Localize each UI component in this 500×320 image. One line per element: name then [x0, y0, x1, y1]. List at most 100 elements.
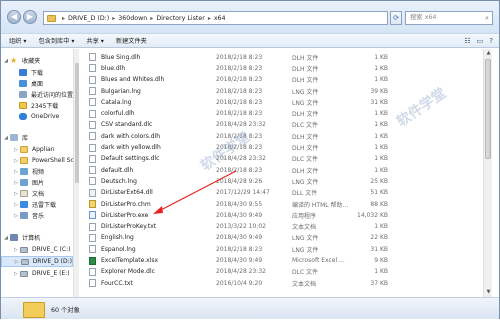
sidebar-item-download[interactable]: 下载 [1, 67, 78, 78]
file-row[interactable]: Catala.lng 2018/2/18 8:23 LNG 文件 31 KB [86, 97, 466, 107]
include-in-library-button[interactable]: 包含到库中 ▾ [38, 36, 74, 45]
file-row[interactable]: DirListerPro.chm 2018/4/30 9:55 编译的 HTML 帮… [86, 199, 466, 209]
file-name: Blues and Whites.dlh [101, 76, 165, 84]
dlh-file-icon [89, 143, 96, 152]
search-placeholder: 搜索 x64 [410, 14, 437, 21]
sidebar-item-drive-d[interactable]: ▷ DRIVE_D (D:) [1, 256, 73, 267]
file-name: Explorer Mode.dlc [101, 268, 155, 276]
sidebar-item-powershell[interactable]: ▷ PowerShell Scri [1, 155, 78, 166]
sidebar-item-music[interactable]: ▷ 音乐 [1, 210, 78, 221]
sidebar-item-onedrive[interactable]: OneDrive [1, 111, 78, 122]
collapse-triangle-icon[interactable]: ◢ [3, 58, 9, 64]
hard-drive-icon [20, 270, 28, 277]
file-row[interactable]: dark with yellow.dlh 2018/2/18 8:23 DLH 文件… [86, 142, 466, 152]
back-button[interactable]: ◀ [7, 10, 21, 24]
expand-triangle-icon[interactable]: ▷ [13, 213, 19, 219]
scroll-down-arrow-icon[interactable]: ▼ [484, 288, 493, 297]
file-date: 2018/2/18 8:23 [216, 245, 263, 253]
file-row[interactable]: colorful.dlh 2018/2/18 8:23 DLH 文件 1 KB [86, 109, 466, 119]
file-row[interactable]: English.lng 2018/4/30 9:49 LNG 文件 22 KB [86, 233, 466, 243]
file-row[interactable]: Deutsch.lng 2018/4/28 9:26 LNG 文件 25 KB [86, 176, 466, 186]
expand-triangle-icon[interactable]: ▷ [13, 169, 19, 175]
sidebar-item-label: OneDrive [31, 113, 60, 120]
expand-triangle-icon[interactable]: ▷ [13, 191, 19, 197]
scrollbar-thumb[interactable] [485, 59, 491, 159]
help-icon[interactable]: ? [489, 37, 493, 45]
organize-button[interactable]: 组织 ▾ [9, 36, 26, 45]
expand-triangle-icon[interactable]: ▷ [13, 202, 19, 208]
address-row: ◀ ▶ ▸ DRIVE_D (D:) ▸ 360down ▸ Directory… [1, 1, 499, 33]
sidebar-item-label: 库 [22, 135, 29, 142]
address-bar[interactable]: ▸ DRIVE_D (D:) ▸ 360down ▸ Directory Lis… [43, 11, 388, 25]
file-row[interactable]: FourCC.txt 2016/10/4 9:20 文本文档 37 KB [86, 278, 466, 288]
file-row[interactable]: dark with colors.dlh 2018/2/18 8:23 DLH 文件… [86, 131, 466, 141]
file-list-scrollbar[interactable]: ▲ ▼ [483, 49, 492, 297]
sidebar-item-documents[interactable]: ▷ 文档 [1, 188, 78, 199]
sidebar-item-label: 文档 [32, 191, 45, 198]
new-folder-button[interactable]: 新建文件夹 [116, 36, 147, 45]
file-row[interactable]: Blues and Whites.dlh 2018/2/18 8:23 DLH 文件… [86, 75, 466, 85]
file-row[interactable]: Default settings.dlc 2018/4/28 23:32 DLC 文… [86, 154, 466, 164]
breadcrumb-360down[interactable]: 360down [118, 15, 147, 22]
sidebar-item-label: 视频 [32, 169, 45, 176]
expand-triangle-icon[interactable]: ▷ [13, 180, 19, 186]
view-options-icon[interactable]: ☷ [464, 37, 470, 45]
sidebar-item-computer[interactable]: ◢ 计算机 [1, 232, 78, 243]
sidebar-item-applian[interactable]: ▷ Applian [1, 144, 78, 155]
sidebar-item-pictures[interactable]: ▷ 图片 [1, 177, 78, 188]
expand-triangle-icon[interactable]: ▷ [13, 247, 19, 253]
scrollbar-thumb[interactable] [75, 63, 79, 183]
dlc-file-icon [89, 267, 96, 276]
file-date: 2018/2/18 8:23 [216, 110, 263, 118]
preview-pane-icon[interactable]: ▭ [477, 37, 484, 45]
scroll-up-arrow-icon[interactable]: ▲ [484, 49, 493, 58]
file-type: DLH 文件 [292, 145, 319, 153]
file-row[interactable]: DirListerProKey.txt 2013/3/22 10:02 文本文档 1 … [86, 222, 466, 232]
expand-triangle-icon[interactable]: ▷ [14, 259, 20, 265]
sidebar-item-desktop[interactable]: 桌面 [1, 78, 78, 89]
sidebar-item-label: 下载 [31, 70, 44, 77]
file-date: 2018/4/30 9:49 [216, 234, 263, 242]
sidebar-item-video[interactable]: ▷ 视频 [1, 166, 78, 177]
sidebar-item-favorites[interactable]: ◢ ★ 收藏夹 [1, 55, 78, 66]
expand-triangle-icon[interactable]: ▷ [13, 271, 19, 277]
sidebar-item-recent[interactable]: 最近访问的位置 [1, 89, 78, 100]
file-row[interactable]: default.dlh 2018/2/18 8:23 DLH 文件 1 KB [86, 165, 466, 175]
expand-triangle-icon[interactable]: ▷ [13, 147, 19, 153]
file-name: dark with colors.dlh [101, 132, 161, 140]
file-size: 9 KB [374, 257, 388, 265]
sidebar-item-2345-download[interactable]: 2345下载 [1, 100, 78, 111]
file-type: DLC 文件 [292, 269, 319, 277]
file-date: 2017/12/29 14:47 [216, 189, 270, 197]
file-row[interactable]: Espanol.lng 2018/2/18 8:23 LNG 文件 31 KB [86, 244, 466, 254]
sidebar-item-drive-c[interactable]: ▷ DRIVE_C (C:) [1, 244, 78, 255]
file-row[interactable]: DirListerPro.exe 2018/4/30 9:49 应用程序 14,032… [86, 210, 466, 220]
dlh-file-icon [89, 109, 96, 118]
file-row[interactable]: CSV standard.dlc 2018/4/28 23:32 DLC 文件 1 K… [86, 120, 466, 130]
breadcrumb-directory-lister[interactable]: Directory Lister [156, 15, 205, 22]
sidebar-item-library[interactable]: ◢ 库 [1, 132, 78, 143]
sidebar-item-drive-e[interactable]: ▷ DRIVE_E (E:) [1, 268, 78, 279]
file-row[interactable]: Bulgarian.lng 2018/2/18 8:23 LNG 文件 39 KB [86, 86, 466, 96]
file-row[interactable]: DirListerExt64.dll 2017/12/29 14:47 DLL 文件… [86, 188, 466, 198]
file-row[interactable]: Blue Sing.dlh 2018/2/18 8:23 DLH 文件 1 KB [86, 52, 466, 62]
breadcrumb-x64[interactable]: x64 [214, 15, 226, 22]
dlc-file-icon [89, 154, 96, 163]
refresh-button[interactable]: ⟳ [390, 11, 402, 25]
expand-triangle-icon[interactable]: ▷ [13, 158, 19, 164]
file-size: 1 KB [374, 110, 388, 118]
file-row[interactable]: ExcelTemplate.xlsx 2018/4/30 9:49 Microsof… [86, 255, 466, 265]
sidebar-item-thunder[interactable]: ▷ 迅雷下载 [1, 199, 78, 210]
file-name: Catala.lng [101, 98, 132, 106]
collapse-triangle-icon[interactable]: ◢ [3, 135, 9, 141]
file-name: Espanol.lng [101, 245, 136, 253]
file-row[interactable]: Explorer Mode.dlc 2018/4/28 23:32 DLC 文件 1 … [86, 267, 466, 277]
navigation-pane-scrollbar[interactable] [73, 49, 79, 297]
breadcrumb-drive-d[interactable]: DRIVE_D (D:) [68, 15, 109, 22]
file-row[interactable]: blue.dlh 2018/2/18 8:23 DLH 文件 1 KB [86, 63, 466, 73]
collapse-triangle-icon[interactable]: ◢ [3, 235, 9, 241]
forward-button[interactable]: ▶ [23, 10, 37, 24]
share-button[interactable]: 共享 ▾ [86, 36, 103, 45]
search-input[interactable]: 搜索 x64 ⌕ [405, 11, 493, 25]
file-size: 51 KB [370, 189, 388, 197]
